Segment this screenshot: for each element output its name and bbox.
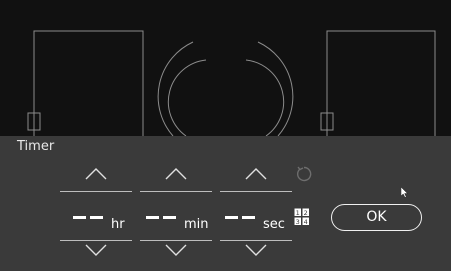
minutes-unit: min [184, 217, 209, 232]
outer-arc-left [157, 41, 194, 136]
chevron-down-icon [85, 244, 107, 256]
reset-icon[interactable] [295, 165, 313, 183]
seconds-value[interactable]: sec [220, 207, 292, 233]
hours-dashes[interactable] [60, 207, 103, 233]
keypad-icon[interactable]: 1 2 3 4 [294, 208, 310, 226]
chevron-up-icon [85, 168, 107, 180]
keypad-digit-3: 3 [296, 218, 300, 226]
chevron-down-icon [245, 244, 267, 256]
seconds-decrement-button[interactable] [220, 244, 292, 268]
hours-divider-bottom [60, 240, 132, 241]
minutes-increment-button[interactable] [140, 168, 212, 192]
hours-dash-2 [90, 216, 103, 219]
hours-divider-top [60, 191, 132, 192]
ok-button[interactable]: OK [331, 204, 422, 231]
hours-spinner: hr [60, 136, 132, 271]
seconds-increment-button[interactable] [220, 168, 292, 192]
background-illustration [27, 30, 436, 136]
minutes-dash-2 [163, 216, 176, 219]
minutes-dashes[interactable] [140, 207, 176, 233]
inner-arc-right [245, 59, 285, 136]
seconds-spinner: sec [220, 136, 292, 271]
inner-arc-left [167, 59, 207, 136]
keypad-digit-4: 4 [304, 218, 308, 226]
minutes-divider-top [140, 191, 212, 192]
minutes-decrement-button[interactable] [140, 244, 212, 268]
timer-panel: Timer hr min sec 1 2 3 4 OK [0, 136, 451, 271]
keypad-digit-2: 2 [304, 209, 308, 217]
minutes-divider-bottom [140, 240, 212, 241]
seconds-divider-bottom [220, 240, 292, 241]
hours-increment-button[interactable] [60, 168, 132, 192]
timer-title: Timer [17, 139, 55, 154]
seconds-dash-2 [242, 216, 255, 219]
left-frame-outline [33, 30, 144, 136]
minutes-dash-1 [146, 216, 159, 219]
hours-decrement-button[interactable] [60, 244, 132, 268]
keypad-digit-1: 1 [296, 209, 300, 217]
chevron-down-icon [165, 244, 187, 256]
minutes-value[interactable]: min [140, 207, 212, 233]
seconds-unit: sec [263, 217, 285, 232]
outer-arc-right [257, 41, 294, 136]
chevron-up-icon [245, 168, 267, 180]
minutes-spinner: min [140, 136, 212, 271]
seconds-divider-top [220, 191, 292, 192]
chevron-up-icon [165, 168, 187, 180]
hours-dash-1 [73, 216, 86, 219]
hours-value[interactable]: hr [60, 207, 132, 233]
cursor-icon [401, 187, 409, 198]
seconds-dash-1 [225, 216, 238, 219]
right-frame-outline [326, 30, 436, 136]
hours-unit: hr [111, 217, 125, 232]
timer-screen: Timer hr min sec 1 2 3 4 OK [0, 0, 451, 271]
seconds-dashes[interactable] [220, 207, 255, 233]
